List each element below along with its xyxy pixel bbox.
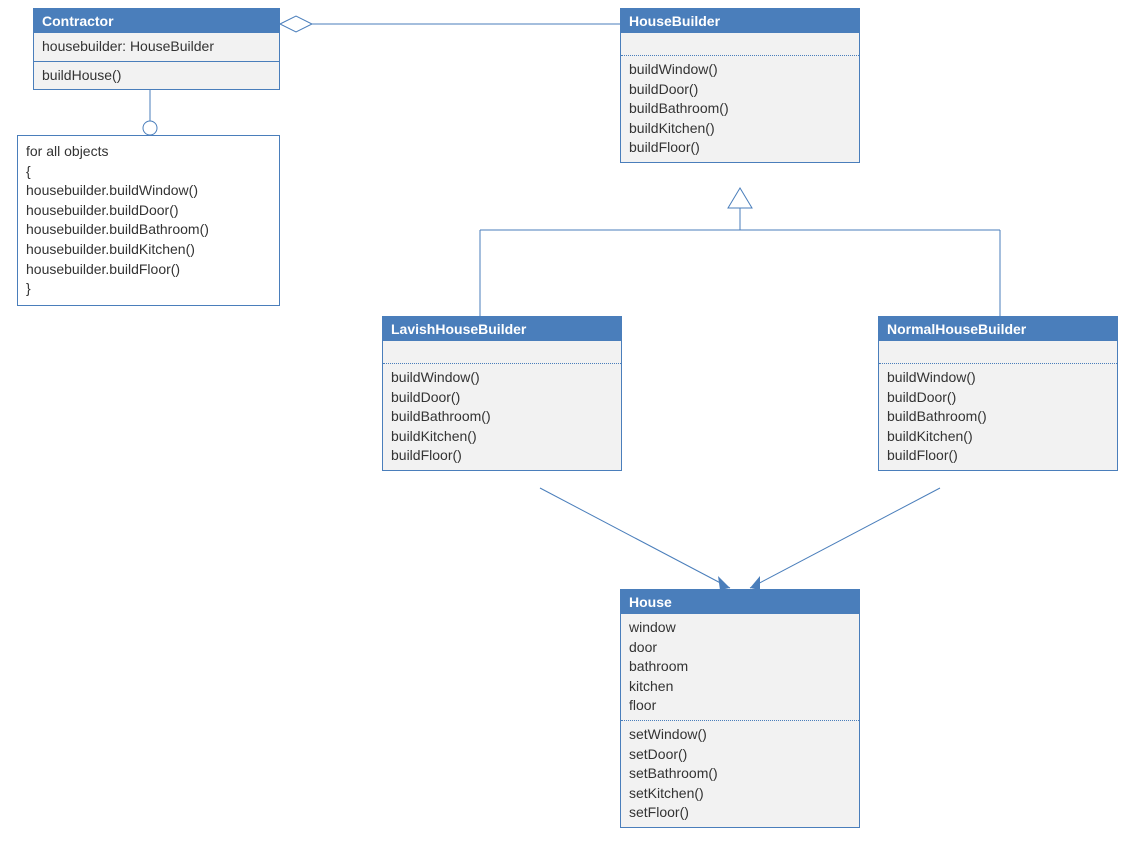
method: buildHouse() <box>42 66 271 86</box>
attributes-section <box>621 33 859 55</box>
methods-section: buildHouse() <box>34 61 279 90</box>
attributes-section: window door bathroom kitchen floor <box>621 614 859 720</box>
method: buildBathroom() <box>887 407 1109 427</box>
method: setWindow() <box>629 725 851 745</box>
note-line: { <box>26 162 271 182</box>
method: setBathroom() <box>629 764 851 784</box>
methods-section: buildWindow() buildDoor() buildBathroom(… <box>383 363 621 470</box>
attribute: bathroom <box>629 657 851 677</box>
method: buildWindow() <box>629 60 851 80</box>
method: buildBathroom() <box>391 407 613 427</box>
method: buildDoor() <box>887 388 1109 408</box>
note-line: housebuilder.buildFloor() <box>26 260 271 280</box>
class-title: House <box>621 590 859 614</box>
class-contractor: Contractor housebuilder: HouseBuilder bu… <box>33 8 280 90</box>
attributes-section <box>383 341 621 363</box>
method: buildKitchen() <box>391 427 613 447</box>
method: buildBathroom() <box>629 99 851 119</box>
method: setFloor() <box>629 803 851 823</box>
attribute: floor <box>629 696 851 716</box>
class-lavishhousebuilder: LavishHouseBuilder buildWindow() buildDo… <box>382 316 622 471</box>
method: buildFloor() <box>629 138 851 158</box>
note-buildhouse: for all objects { housebuilder.buildWind… <box>17 135 280 306</box>
method: buildFloor() <box>391 446 613 466</box>
class-normalhousebuilder: NormalHouseBuilder buildWindow() buildDo… <box>878 316 1118 471</box>
method: buildKitchen() <box>629 119 851 139</box>
method: buildFloor() <box>887 446 1109 466</box>
class-title: Contractor <box>34 9 279 33</box>
methods-section: buildWindow() buildDoor() buildBathroom(… <box>621 55 859 162</box>
method: setDoor() <box>629 745 851 765</box>
attributes-section: housebuilder: HouseBuilder <box>34 33 279 61</box>
method: buildKitchen() <box>887 427 1109 447</box>
attributes-section <box>879 341 1117 363</box>
note-line: housebuilder.buildKitchen() <box>26 240 271 260</box>
class-housebuilder: HouseBuilder buildWindow() buildDoor() b… <box>620 8 860 163</box>
method: buildWindow() <box>391 368 613 388</box>
attribute: window <box>629 618 851 638</box>
note-line: housebuilder.buildDoor() <box>26 201 271 221</box>
note-line: } <box>26 279 271 299</box>
class-house: House window door bathroom kitchen floor… <box>620 589 860 828</box>
class-title: NormalHouseBuilder <box>879 317 1117 341</box>
note-line: for all objects <box>26 142 271 162</box>
method: setKitchen() <box>629 784 851 804</box>
class-title: HouseBuilder <box>621 9 859 33</box>
attribute: door <box>629 638 851 658</box>
method: buildDoor() <box>391 388 613 408</box>
note-line: housebuilder.buildBathroom() <box>26 220 271 240</box>
attribute: housebuilder: HouseBuilder <box>42 37 271 57</box>
method: buildWindow() <box>887 368 1109 388</box>
attribute: kitchen <box>629 677 851 697</box>
methods-section: setWindow() setDoor() setBathroom() setK… <box>621 720 859 827</box>
methods-section: buildWindow() buildDoor() buildBathroom(… <box>879 363 1117 470</box>
class-title: LavishHouseBuilder <box>383 317 621 341</box>
method: buildDoor() <box>629 80 851 100</box>
note-line: housebuilder.buildWindow() <box>26 181 271 201</box>
